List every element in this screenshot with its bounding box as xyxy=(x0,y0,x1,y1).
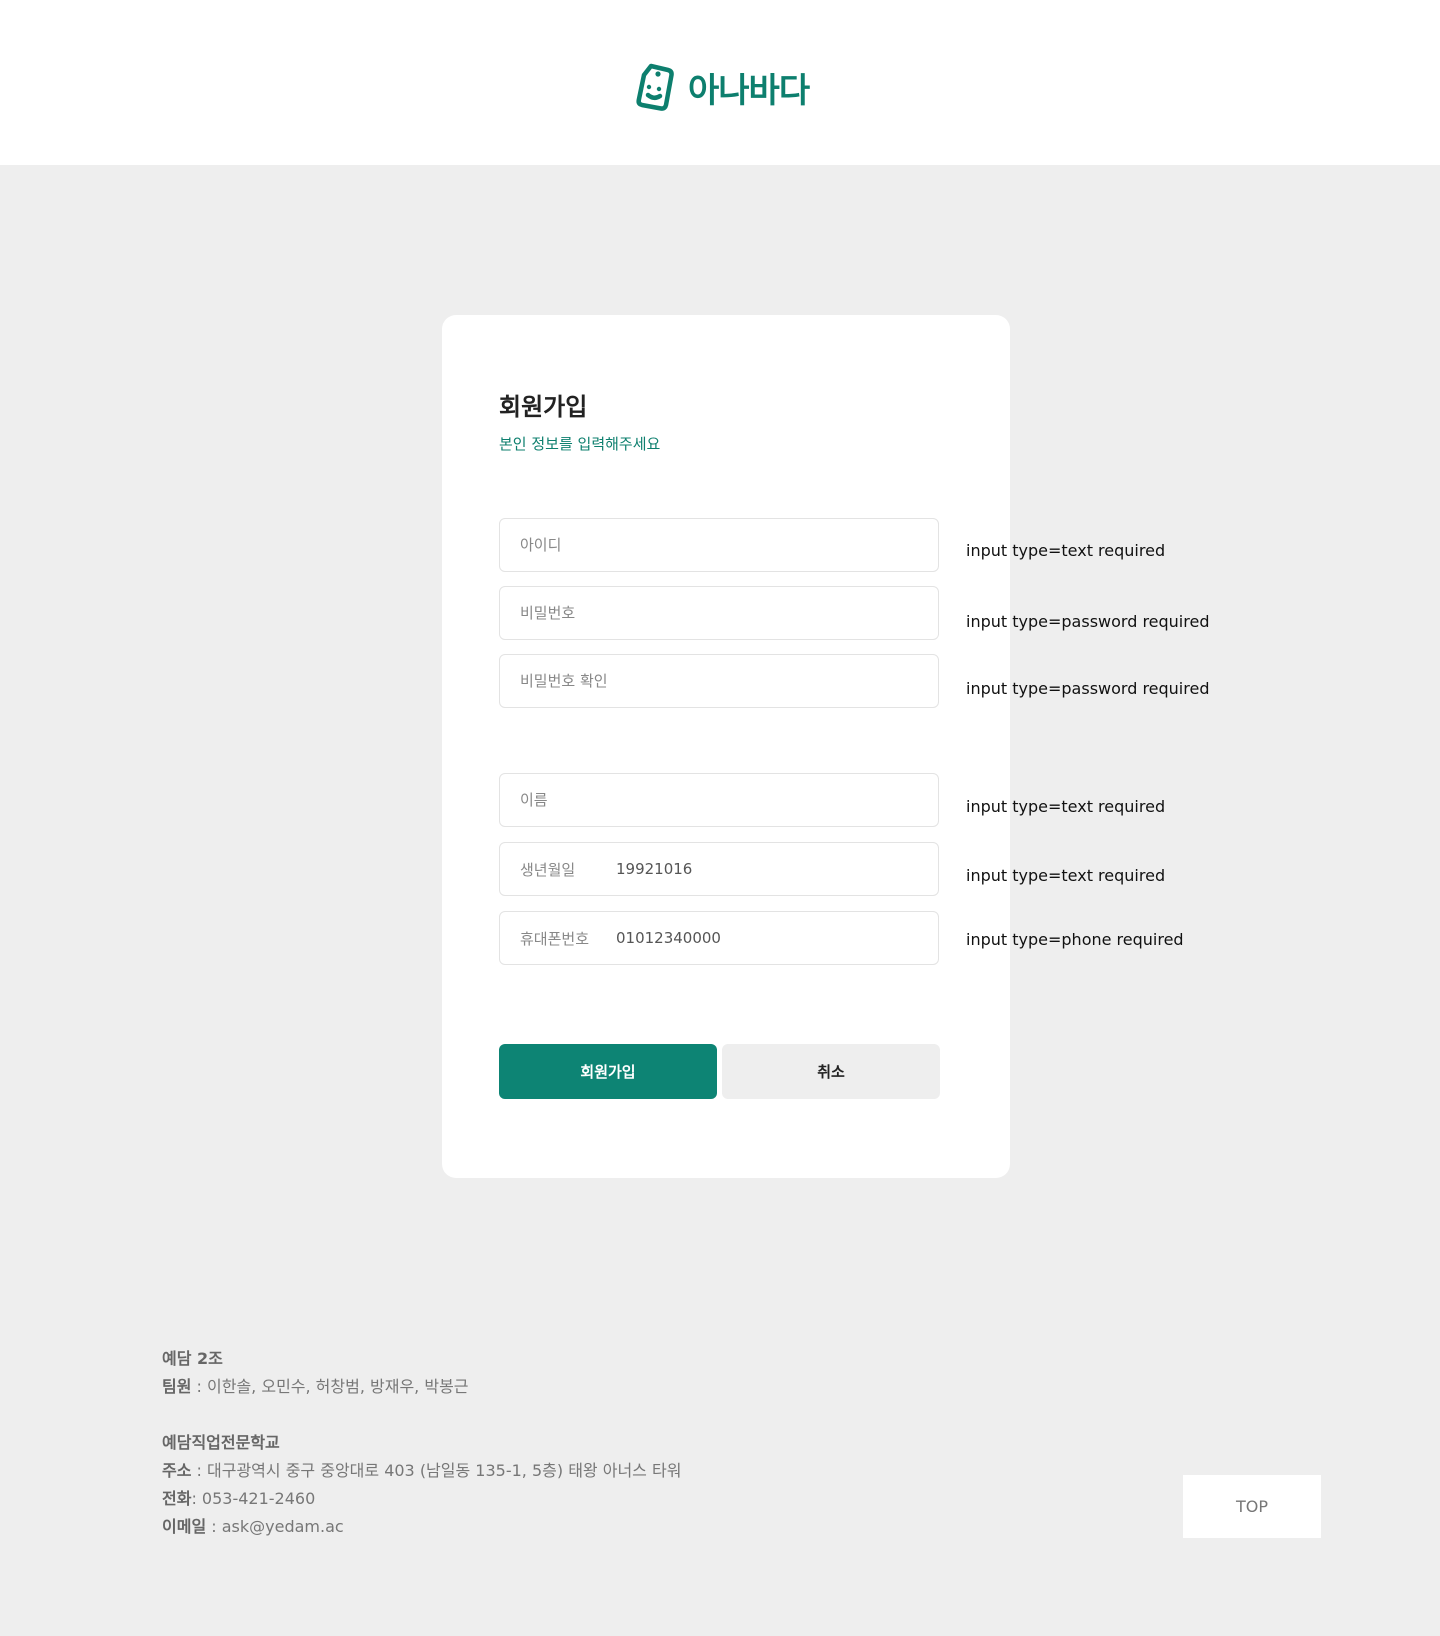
price-tag-smile-icon xyxy=(634,61,678,113)
header: 아나바다 xyxy=(0,0,1440,165)
address-label: 주소 xyxy=(162,1461,192,1480)
form-subtitle: 본인 정보를 입력해주세요 xyxy=(499,435,661,453)
form-title: 회원가입 xyxy=(499,393,588,421)
password-confirm-field-note: input type=password required xyxy=(966,679,1210,698)
address-value: : 대구광역시 중구 중앙대로 403 (남일동 135-1, 5층) 태왕 아… xyxy=(191,1461,682,1480)
cancel-button[interactable]: 취소 xyxy=(722,1044,940,1099)
signup-card: 회원가입 본인 정보를 입력해주세요 생년월일 휴대폰번호 회원가입 취소 xyxy=(442,315,1010,1178)
email-value: : ask@yedam.ac xyxy=(206,1517,344,1536)
scroll-top-button[interactable]: TOP xyxy=(1183,1475,1321,1538)
team-title: 예담 2조 xyxy=(162,1349,223,1368)
birth-field[interactable]: 생년월일 xyxy=(499,842,939,896)
id-field-note: input type=text required xyxy=(966,541,1166,560)
password-confirm-input[interactable] xyxy=(520,666,938,696)
name-field[interactable] xyxy=(499,773,939,827)
id-field[interactable] xyxy=(499,518,939,572)
email-label: 이메일 xyxy=(162,1517,207,1536)
logo[interactable]: 아나바다 xyxy=(634,60,810,114)
school-name: 예담직업전문학교 xyxy=(162,1433,280,1452)
phone-value: : 053-421-2460 xyxy=(191,1489,316,1508)
name-input[interactable] xyxy=(520,785,938,815)
members-label: 팀원 xyxy=(162,1377,192,1396)
signup-button[interactable]: 회원가입 xyxy=(499,1044,717,1099)
phone-input[interactable] xyxy=(616,923,938,953)
phone-field[interactable]: 휴대폰번호 xyxy=(499,911,939,965)
brand-name: 아나바다 xyxy=(688,70,810,111)
members-value: : 이한솔, 오민수, 허창범, 방재우, 박봉근 xyxy=(191,1377,469,1396)
password-input[interactable] xyxy=(520,598,938,628)
name-field-note: input type=text required xyxy=(966,797,1166,816)
email: 이메일 : ask@yedam.ac xyxy=(162,1513,681,1541)
phone-field-note: input type=phone required xyxy=(966,930,1184,949)
team-members: 팀원 : 이한솔, 오민수, 허창범, 방재우, 박봉근 xyxy=(162,1373,681,1401)
birth-field-note: input type=text required xyxy=(966,866,1166,885)
phone-label: 휴대폰번호 xyxy=(520,929,590,948)
footer: 예담 2조 팀원 : 이한솔, 오민수, 허창범, 방재우, 박봉근 예담직업전… xyxy=(162,1345,681,1541)
password-field-note: input type=password required xyxy=(966,612,1210,631)
phone-label: 전화 xyxy=(162,1489,192,1508)
id-input[interactable] xyxy=(520,530,938,560)
birth-label: 생년월일 xyxy=(520,860,576,879)
phone: 전화: 053-421-2460 xyxy=(162,1485,681,1513)
password-field[interactable] xyxy=(499,586,939,640)
birth-input[interactable] xyxy=(616,854,938,884)
password-confirm-field[interactable] xyxy=(499,654,939,708)
address: 주소 : 대구광역시 중구 중앙대로 403 (남일동 135-1, 5층) 태… xyxy=(162,1457,681,1485)
